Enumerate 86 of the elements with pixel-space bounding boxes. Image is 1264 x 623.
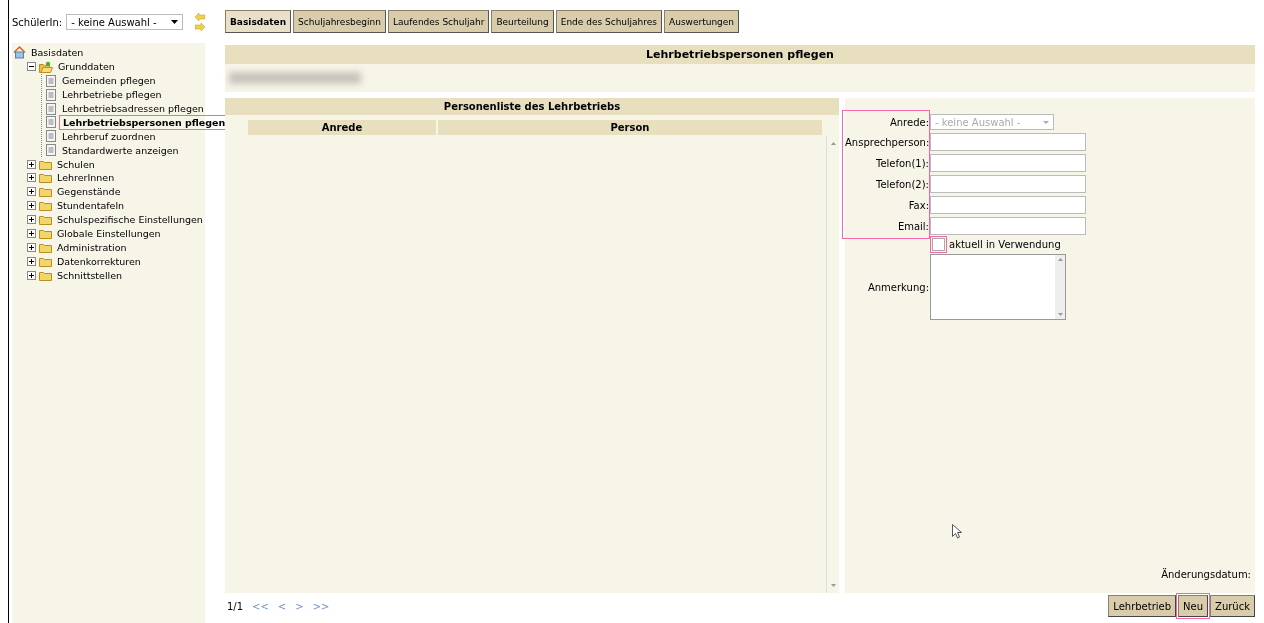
tree-item[interactable]: Globale Einstellungen — [55, 228, 163, 239]
tree-item[interactable]: Lehrbetriebe pflegen — [60, 89, 164, 101]
tab[interactable]: Ende des Schuljahres — [555, 10, 663, 33]
scroll-up-icon[interactable] — [1057, 258, 1063, 261]
panel-title: Personenliste des Lehrbetriebs — [225, 98, 839, 115]
expand-toggle-icon[interactable] — [27, 201, 36, 211]
folder-icon — [39, 241, 52, 253]
tree-item[interactable]: Schulen — [55, 158, 97, 170]
right-arrow-icon[interactable] — [195, 23, 205, 31]
field-label: Email: — [896, 220, 929, 232]
tree-item[interactable]: Standardwerte anzeigen — [60, 144, 181, 156]
expand-toggle-icon[interactable] — [27, 256, 36, 266]
expand-toggle-icon[interactable] — [27, 187, 36, 197]
scroll-down-icon[interactable] — [830, 584, 836, 587]
caret-icon — [1043, 120, 1049, 124]
folder-icon — [39, 200, 52, 212]
tree-item[interactable]: Gemeinden pflegen — [60, 75, 158, 87]
house-icon — [13, 46, 26, 60]
field-label: Anrede: — [888, 116, 929, 128]
field-label: Telefon(2): — [875, 178, 929, 190]
field-label: Anmerkung: — [866, 281, 929, 293]
tree-item[interactable]: Schulspezifische Einstellungen — [55, 214, 205, 226]
left-arrow-icon[interactable] — [195, 13, 205, 21]
document-icon — [46, 88, 56, 101]
open-folder-icon — [39, 60, 53, 73]
action-button[interactable]: Neu — [1178, 595, 1209, 617]
checkbox[interactable] — [932, 238, 945, 251]
document-icon — [46, 102, 56, 115]
folder-icon — [39, 214, 52, 226]
tree-item[interactable]: Administration — [55, 241, 129, 253]
caret-icon — [171, 20, 178, 24]
page-title: Lehrbetriebspersonen pflegen — [225, 45, 1255, 64]
student-dropdown[interactable]: - keine Auswahl - — [66, 14, 183, 30]
tab[interactable]: Auswertungen — [664, 10, 740, 33]
expand-toggle-icon[interactable] — [27, 159, 36, 169]
action-button[interactable]: Zurück — [1210, 595, 1255, 617]
tree-item[interactable]: Lehrbetriebspersonen pflegen — [60, 115, 229, 129]
expand-toggle-icon[interactable] — [27, 270, 36, 280]
folder-icon — [39, 172, 52, 184]
expand-toggle-icon[interactable] — [27, 242, 36, 252]
remark-textarea[interactable] — [930, 254, 1066, 320]
expand-toggle-icon[interactable] — [27, 215, 36, 225]
expand-toggle-icon[interactable] — [27, 229, 36, 238]
folder-icon — [39, 269, 52, 281]
field-label: Ansprechperson: — [845, 136, 929, 148]
document-icon — [46, 116, 56, 129]
document-icon — [46, 74, 56, 87]
column-header: Person — [438, 120, 822, 135]
input-field[interactable] — [930, 175, 1086, 193]
scrollbar[interactable] — [826, 136, 839, 593]
tab[interactable]: Basisdaten — [225, 10, 292, 33]
action-button[interactable]: Lehrbetrieb — [1108, 595, 1177, 617]
folder-icon — [39, 186, 52, 198]
tree-item[interactable]: Gegenstände — [55, 186, 123, 198]
collapse-toggle-icon[interactable] — [27, 62, 36, 72]
input-field[interactable] — [930, 133, 1086, 151]
tree-item[interactable]: Grunddaten — [56, 61, 117, 73]
mouse-pointer-icon — [952, 524, 962, 539]
field-label: Fax: — [907, 199, 929, 211]
tree-item[interactable]: LehrerInnen — [55, 172, 117, 184]
tree-item[interactable]: Basisdaten — [29, 47, 86, 59]
checkbox-label: aktuell in Verwendung — [949, 239, 1061, 250]
input-field[interactable] — [930, 196, 1086, 214]
tree-item[interactable]: Schnittstellen — [55, 269, 125, 281]
input-field[interactable] — [930, 154, 1086, 172]
tree-item[interactable]: Datenkorrekturen — [55, 255, 143, 267]
folder-icon — [39, 255, 52, 267]
tree-item[interactable]: Lehrbetriebsadressen pflegen — [60, 103, 206, 114]
tab[interactable]: Beurteilung — [491, 10, 554, 33]
folder-icon — [39, 228, 52, 239]
input-field[interactable] — [930, 217, 1086, 235]
field-label: Telefon(1): — [875, 157, 929, 169]
expand-toggle-icon[interactable] — [27, 173, 36, 183]
student-label: SchülerIn: — [12, 16, 63, 28]
scroll-down-icon[interactable] — [1057, 313, 1063, 316]
column-header: Anrede — [248, 120, 436, 135]
document-icon — [46, 144, 56, 157]
scroll-up-icon[interactable] — [830, 142, 836, 145]
page-counter: 1/1 — [227, 600, 244, 612]
folder-icon — [39, 158, 52, 170]
tree-item[interactable]: Lehrberuf zuordnen — [60, 130, 158, 142]
change-date-label: Änderungsdatum: — [1161, 569, 1251, 580]
tab[interactable]: Laufendes Schuljahr — [387, 10, 490, 33]
document-icon — [46, 130, 56, 143]
tab[interactable]: Schuljahresbeginn — [293, 10, 386, 33]
tree-item[interactable]: Stundentafeln — [55, 200, 127, 212]
